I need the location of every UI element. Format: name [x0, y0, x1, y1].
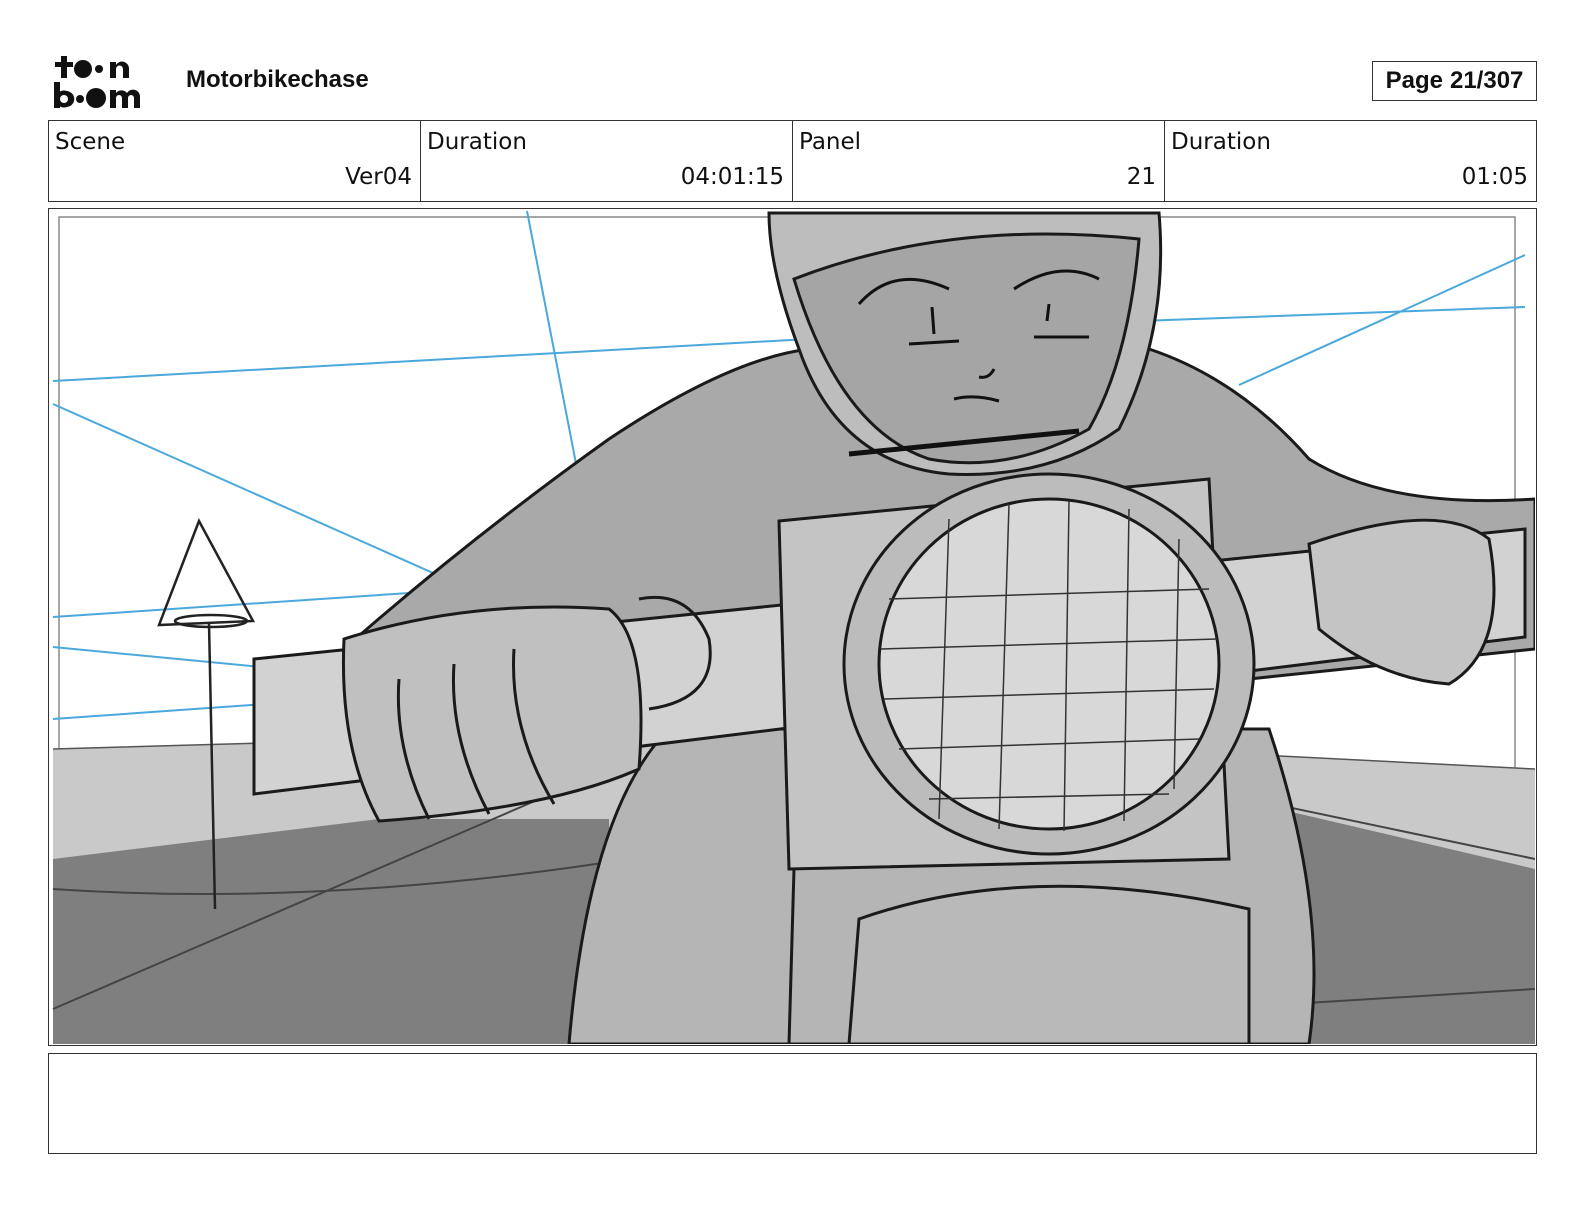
scene-duration-label: Duration: [427, 129, 527, 155]
scene-label: Scene: [55, 129, 126, 155]
road-shadow-left: [53, 819, 609, 1044]
panel-value: 21: [1126, 164, 1156, 190]
panel-duration-cell: Duration 01:05: [1165, 121, 1536, 201]
project-title: Motorbikechase: [186, 66, 369, 93]
panel-duration-label: Duration: [1171, 129, 1271, 155]
page-label: Page: [1385, 67, 1443, 94]
scene-cell: Scene Ver04: [49, 121, 421, 201]
panel-cell: Panel 21: [793, 121, 1165, 201]
page-indicator: Page 21/307: [1372, 61, 1537, 101]
panel-duration-value: 01:05: [1461, 164, 1528, 190]
storyboard-panel: [48, 208, 1537, 1046]
storyboard-sketch: [52, 210, 1535, 1044]
panel-label: Panel: [799, 129, 862, 155]
scene-value: Ver04: [345, 164, 412, 190]
headlight: [842, 472, 1256, 856]
scene-duration-cell: Duration 04:01:15: [421, 121, 793, 201]
page-number: 21/307: [1449, 67, 1524, 94]
toonboom-logo: [52, 52, 164, 112]
panel-info-table: Scene Ver04 Duration 04:01:15 Panel 21 D…: [48, 120, 1537, 202]
scene-duration-value: 04:01:15: [680, 164, 784, 190]
panel-notes-box: [48, 1053, 1537, 1154]
